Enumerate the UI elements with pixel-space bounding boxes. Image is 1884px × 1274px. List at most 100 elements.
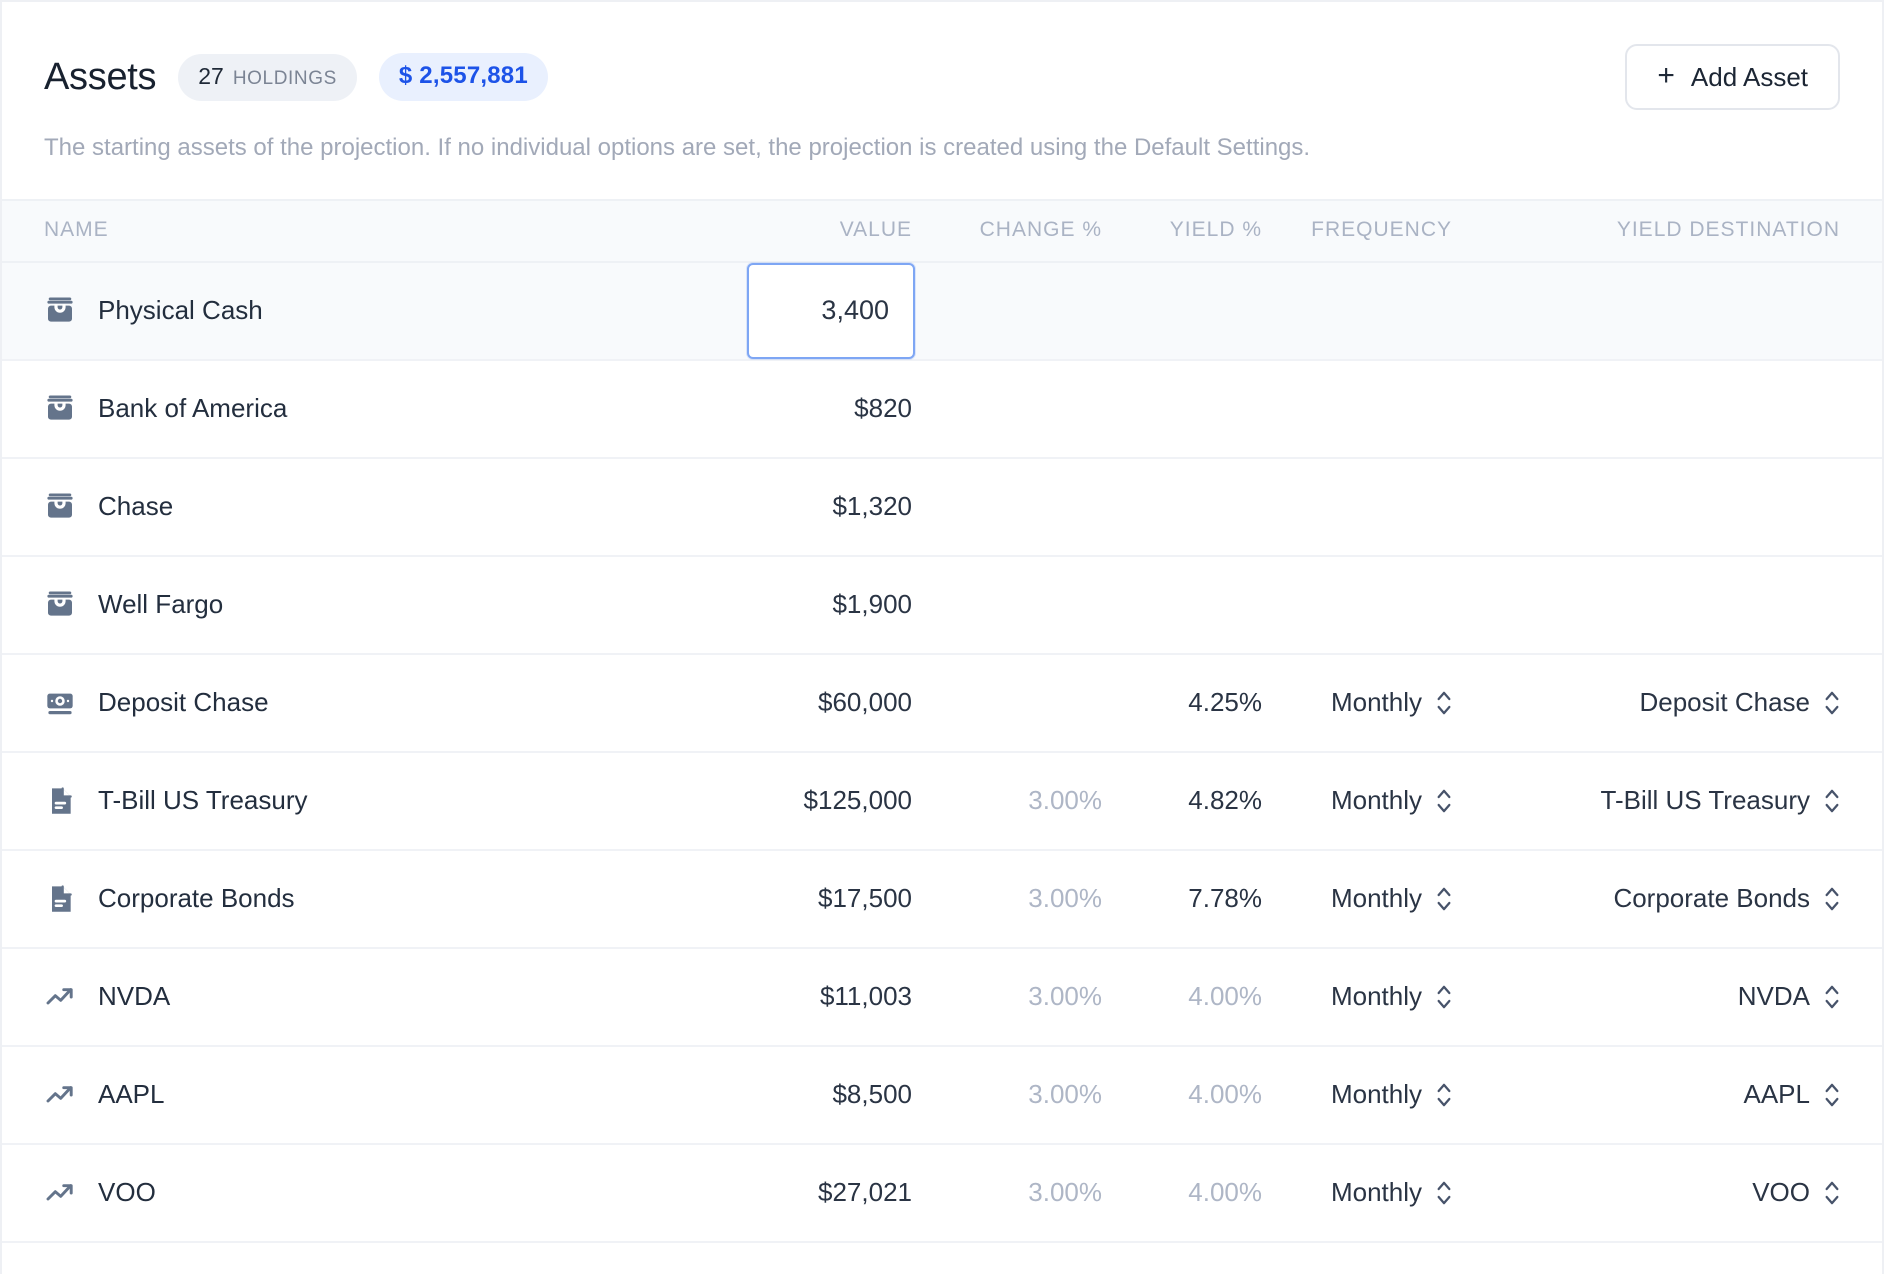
asset-value-text[interactable]: $1,320 bbox=[832, 491, 912, 521]
asset-yield-destination-cell bbox=[1452, 556, 1882, 654]
yield-destination-value: VOO bbox=[1752, 1177, 1810, 1208]
table-row[interactable]: AAPL $8,500 3.00% 4.00% Monthly AAPL bbox=[2, 1046, 1882, 1144]
asset-value-text[interactable]: $1,900 bbox=[832, 589, 912, 619]
yield-destination-select[interactable]: VOO bbox=[1752, 1177, 1840, 1208]
asset-value-text[interactable]: $8,500 bbox=[832, 1079, 912, 1109]
wallet-icon bbox=[44, 589, 76, 621]
asset-name-cell: Well Fargo bbox=[2, 556, 742, 654]
yield-destination-value: Deposit Chase bbox=[1639, 687, 1810, 718]
asset-frequency-cell: Monthly bbox=[1262, 850, 1452, 948]
asset-value-text[interactable]: $125,000 bbox=[804, 785, 912, 815]
asset-value-text[interactable]: $60,000 bbox=[818, 687, 912, 717]
asset-value-cell: $11,003 bbox=[742, 948, 912, 1046]
yield-destination-select[interactable]: NVDA bbox=[1738, 981, 1840, 1012]
frequency-select[interactable]: Monthly bbox=[1331, 1177, 1452, 1208]
trending-up-icon bbox=[44, 1177, 76, 1209]
asset-yield-destination-cell: VOO bbox=[1452, 1144, 1882, 1242]
asset-change-text[interactable]: 3.00% bbox=[1028, 883, 1102, 913]
asset-change-text[interactable]: 3.00% bbox=[1028, 1079, 1102, 1109]
asset-name-cell: AAPL bbox=[2, 1046, 742, 1144]
frequency-select[interactable]: Monthly bbox=[1331, 981, 1452, 1012]
frequency-select[interactable]: Monthly bbox=[1331, 883, 1452, 914]
asset-yield-text[interactable]: 4.00% bbox=[1188, 1177, 1262, 1207]
asset-yield-cell: 4.00% bbox=[1102, 948, 1262, 1046]
asset-name-cell: NVDA bbox=[2, 948, 742, 1046]
asset-value-text[interactable]: $17,500 bbox=[818, 883, 912, 913]
table-row[interactable]: Corporate Bonds $17,500 3.00% 7.78% Monthly C… bbox=[2, 850, 1882, 948]
asset-value-text[interactable]: $27,021 bbox=[818, 1177, 912, 1207]
asset-name-label: NVDA bbox=[98, 981, 171, 1012]
chevron-up-down-icon bbox=[1436, 1080, 1452, 1110]
asset-frequency-cell: Monthly bbox=[1262, 948, 1452, 1046]
table-row[interactable]: Deposit Chase $60,000 4.25% Monthly Deposit … bbox=[2, 654, 1882, 752]
asset-change-cell bbox=[912, 556, 1102, 654]
asset-value-text[interactable]: $820 bbox=[854, 393, 912, 423]
table-row[interactable]: Well Fargo $1,900 bbox=[2, 556, 1882, 654]
asset-value-cell: $820 bbox=[742, 360, 912, 458]
frequency-value: Monthly bbox=[1330, 883, 1422, 914]
asset-yield-destination-cell: Corporate Bonds bbox=[1452, 850, 1882, 948]
table-row[interactable]: Bank of America $820 bbox=[2, 360, 1882, 458]
total-value-amount: $ 2,557,881 bbox=[398, 62, 528, 89]
asset-change-cell: 3.00% bbox=[912, 752, 1102, 850]
chevron-up-down-icon bbox=[1824, 884, 1840, 914]
asset-yield-text[interactable]: 4.82% bbox=[1188, 785, 1262, 815]
asset-yield-text[interactable]: 4.00% bbox=[1188, 981, 1262, 1011]
table-row[interactable]: VOO $27,021 3.00% 4.00% Monthly VOO bbox=[2, 1144, 1882, 1242]
chevron-up-down-icon bbox=[1824, 982, 1840, 1012]
yield-destination-value: Corporate Bonds bbox=[1613, 883, 1810, 914]
asset-yield-text[interactable]: 4.00% bbox=[1188, 1079, 1262, 1109]
asset-yield-cell: 4.00% bbox=[1102, 1046, 1262, 1144]
asset-frequency-cell bbox=[1262, 262, 1452, 360]
asset-yield-text[interactable]: 7.78% bbox=[1188, 883, 1262, 913]
chevron-up-down-icon bbox=[1824, 1080, 1840, 1110]
table-body: Physical Cash Bank of America $820 Chase $1,… bbox=[2, 261, 1882, 1242]
table-row[interactable]: T-Bill US Treasury $125,000 3.00% 4.82% Mont… bbox=[2, 752, 1882, 850]
yield-destination-select[interactable]: T-Bill US Treasury bbox=[1601, 785, 1841, 816]
frequency-select[interactable]: Monthly bbox=[1331, 785, 1452, 816]
frequency-select[interactable]: Monthly bbox=[1331, 687, 1452, 718]
asset-change-text[interactable]: 3.00% bbox=[1028, 785, 1102, 815]
yield-destination-select[interactable]: Deposit Chase bbox=[1639, 687, 1840, 718]
asset-value-text[interactable]: $11,003 bbox=[820, 981, 912, 1011]
yield-destination-select[interactable]: AAPL bbox=[1744, 1079, 1841, 1110]
asset-yield-cell bbox=[1102, 556, 1262, 654]
yield-destination-select[interactable]: Corporate Bonds bbox=[1613, 883, 1840, 914]
asset-frequency-cell: Monthly bbox=[1262, 654, 1452, 752]
asset-yield-text[interactable]: 4.25% bbox=[1188, 687, 1262, 717]
asset-value-cell: $60,000 bbox=[742, 654, 912, 752]
asset-change-text[interactable]: 3.00% bbox=[1028, 981, 1102, 1011]
asset-name-cell: Chase bbox=[2, 458, 742, 556]
wallet-icon bbox=[44, 393, 76, 425]
table-row[interactable]: Chase $1,320 bbox=[2, 458, 1882, 556]
asset-change-text[interactable]: 3.00% bbox=[1028, 1177, 1102, 1207]
frequency-value: Monthly bbox=[1330, 687, 1422, 718]
chevron-up-down-icon bbox=[1824, 688, 1840, 718]
frequency-select[interactable]: Monthly bbox=[1331, 1079, 1452, 1110]
table-row[interactable]: Physical Cash bbox=[2, 261, 1882, 360]
assets-panel: Assets 27 HOLDINGS $ 2,557,881 + Add Ass… bbox=[0, 0, 1884, 1274]
asset-name-label: Physical Cash bbox=[98, 295, 263, 326]
asset-frequency-cell bbox=[1262, 360, 1452, 458]
frequency-value: Monthly bbox=[1330, 1079, 1422, 1110]
asset-value-cell: $8,500 bbox=[742, 1046, 912, 1144]
asset-frequency-cell: Monthly bbox=[1262, 1046, 1452, 1144]
add-asset-label: Add Asset bbox=[1690, 61, 1808, 92]
asset-name-label: VOO bbox=[98, 1177, 156, 1208]
add-asset-button[interactable]: + Add Asset bbox=[1625, 44, 1840, 110]
table-row[interactable]: NVDA $11,003 3.00% 4.00% Monthly NVDA bbox=[2, 948, 1882, 1046]
chevron-up-down-icon bbox=[1436, 786, 1452, 816]
asset-value-input[interactable] bbox=[747, 262, 915, 359]
asset-yield-destination-cell bbox=[1452, 360, 1882, 458]
column-header-frequency: FREQUENCY bbox=[1311, 217, 1452, 241]
yield-destination-value: T-Bill US Treasury bbox=[1600, 785, 1811, 816]
asset-yield-destination-cell bbox=[1452, 262, 1882, 360]
asset-change-cell: 3.00% bbox=[912, 948, 1102, 1046]
chevron-up-down-icon bbox=[1824, 786, 1840, 816]
asset-yield-cell: 4.00% bbox=[1102, 1144, 1262, 1242]
chevron-up-down-icon bbox=[1824, 1178, 1840, 1208]
holdings-count-label: HOLDINGS bbox=[232, 67, 337, 89]
chevron-up-down-icon bbox=[1436, 1178, 1452, 1208]
asset-yield-cell: 4.82% bbox=[1102, 752, 1262, 850]
asset-yield-cell bbox=[1102, 458, 1262, 556]
